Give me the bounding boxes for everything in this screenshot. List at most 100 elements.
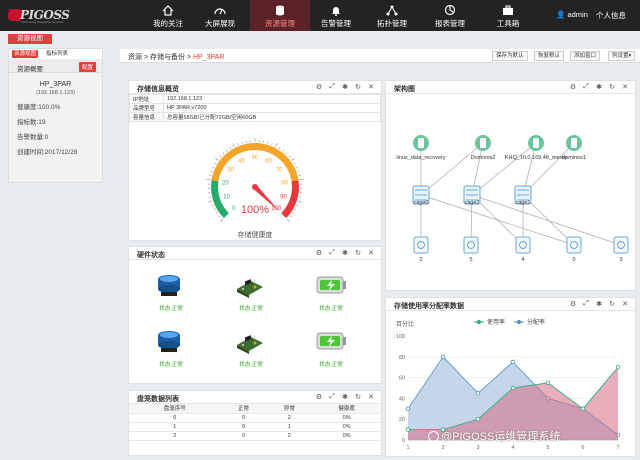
server-glyph (571, 138, 577, 148)
table-row: 品牌型号 HP 3PAR v7200 (129, 103, 381, 113)
data-point (475, 390, 481, 396)
column-settings-button[interactable]: 列设置▾ (608, 51, 636, 61)
resource-view-button[interactable]: 资源视图 (8, 34, 52, 44)
gauge-tick-label: 20 (222, 180, 229, 186)
resource-ip: (192.168.1.123) (36, 90, 75, 96)
cage-label: cage0 (414, 200, 429, 206)
refresh-icon[interactable]: ↻ (354, 249, 362, 257)
refresh-icon[interactable]: ↻ (354, 83, 362, 91)
personal-center-link[interactable]: 个人信息 (596, 10, 626, 21)
gauge-tick (289, 215, 292, 218)
y-axis-label: 百分比 (396, 320, 414, 328)
gauge-tick-label: 80 (281, 180, 288, 186)
hardware-item[interactable]: 状态:正常 (151, 327, 191, 368)
expand-icon[interactable]: ⤢ (582, 83, 590, 91)
battery-icon (316, 332, 346, 350)
disk-label: 4 (521, 257, 524, 263)
hardware-item[interactable]: 状态:正常 (151, 271, 191, 312)
disk-label: 5 (469, 257, 472, 263)
settings-icon[interactable]: ⚙ (315, 249, 323, 257)
gear-icon[interactable]: ✱ (595, 83, 603, 91)
gauge-tick (215, 157, 219, 161)
gear-icon[interactable]: ✱ (341, 83, 349, 91)
hardware-item[interactable]: 状态:正常 (231, 327, 271, 368)
host-label: KHQ_10.0.169.48_merey (505, 155, 568, 161)
disk-label: 2 (419, 257, 422, 263)
host-label: linux_data_recovery (396, 155, 445, 161)
data-point (475, 416, 481, 422)
hardware-status: 状态:正常 (319, 306, 343, 312)
close-icon[interactable]: ✕ (621, 83, 629, 91)
gear-icon[interactable]: ✱ (341, 393, 349, 401)
table-row: 0 0 2 0% (129, 413, 381, 423)
add-window-button[interactable]: 添加窗口 (570, 51, 601, 61)
nav-item-0[interactable]: 我的关注 (138, 0, 198, 31)
architecture-panel: 架构图 ⚙ ⤢ ✱ ↻ ✕ linux_data_recovery Dominos… (385, 80, 636, 291)
toolbox-icon (503, 5, 513, 15)
crumb-root[interactable]: 资源 (128, 54, 142, 61)
cage-label: cage1 (516, 200, 531, 206)
tab-resource-view[interactable]: 资源视图 (12, 50, 39, 58)
config-button[interactable]: 配置 (78, 62, 96, 72)
gauge-tick-label: 90 (280, 194, 287, 200)
expand-icon[interactable]: ⤢ (582, 300, 590, 308)
data-point (510, 385, 516, 391)
storage-overview-panel: 存储信息概览 ⚙ ⤢ ✱ ↻ ✕ IP地址 192.168.1.123 品牌型号 H… (128, 80, 382, 241)
expand-icon[interactable]: ⤢ (328, 83, 336, 91)
close-icon[interactable]: ✕ (621, 300, 629, 308)
table-row: 2 0 2 0% (129, 431, 381, 441)
gauge-tick (241, 141, 243, 144)
gauge-tick-label: 50 (252, 155, 259, 161)
refresh-icon[interactable]: ↻ (608, 83, 616, 91)
chat-icon (428, 431, 439, 442)
disk-node-icon (566, 236, 582, 254)
hardware-item[interactable]: 状态:正常 (311, 271, 351, 312)
gauge-tick (206, 179, 211, 181)
pigoss-logo[interactable]: PIGOSS Technology Integration Services (6, 7, 70, 24)
data-point (405, 406, 411, 411)
hardware-item[interactable]: 状态:正常 (311, 327, 351, 368)
refresh-icon[interactable]: ↻ (354, 393, 362, 401)
expand-icon[interactable]: ⤢ (328, 249, 336, 257)
gauge-tick (208, 200, 213, 203)
close-icon[interactable]: ✕ (367, 249, 375, 257)
nav-item-2[interactable]: 资源管理 (250, 0, 310, 31)
gauge-tick (220, 218, 224, 222)
nav-item-3[interactable]: 告警管理 (306, 0, 366, 31)
panel-title: 存储信息概览 (137, 86, 179, 93)
settings-icon[interactable]: ⚙ (315, 393, 323, 401)
hardware-item[interactable]: 状态:正常 (231, 271, 271, 312)
refresh-icon[interactable]: ↻ (608, 300, 616, 308)
nav-item-5[interactable]: 报表管理 (420, 0, 480, 31)
settings-icon[interactable]: ⚙ (569, 83, 577, 91)
settings-icon[interactable]: ⚙ (315, 83, 323, 91)
save-default-button[interactable]: 保存为默认 (492, 51, 528, 61)
gauge-tick (291, 157, 295, 161)
gear-icon[interactable]: ✱ (341, 249, 349, 257)
restore-default-button[interactable]: 恢复默认 (534, 51, 565, 61)
gauge-tick (215, 212, 218, 214)
board-icon (237, 335, 263, 354)
table-row: IP地址 192.168.1.123 (129, 94, 381, 104)
gauge-tick (295, 166, 298, 169)
data-point (405, 427, 411, 432)
settings-icon[interactable]: ⚙ (569, 300, 577, 308)
gauge-band (211, 142, 299, 182)
close-icon[interactable]: ✕ (367, 393, 375, 401)
server-glyph (418, 138, 424, 148)
gauge-tick (292, 212, 295, 214)
close-icon[interactable]: ✕ (367, 83, 375, 91)
crumb-storage[interactable]: 存储与备份 (150, 54, 185, 61)
nav-item-6[interactable]: 工具箱 (478, 0, 538, 31)
report-icon (444, 4, 456, 16)
user-menu[interactable]: 👤 admin (556, 10, 588, 19)
nav-item-1[interactable]: 大屏展现 (190, 0, 250, 31)
expand-icon[interactable]: ⤢ (328, 393, 336, 401)
nav-item-4[interactable]: 拓扑管理 (362, 0, 422, 31)
panel-title: 盘笼数据列表 (137, 396, 179, 403)
panel-title: 硬件状态 (137, 252, 165, 259)
gear-icon[interactable]: ✱ (595, 300, 603, 308)
legend-label: 使用率 (487, 318, 505, 326)
tab-metric-list[interactable]: 指标列表 (44, 50, 70, 58)
x-tick-label: 7 (616, 445, 619, 451)
